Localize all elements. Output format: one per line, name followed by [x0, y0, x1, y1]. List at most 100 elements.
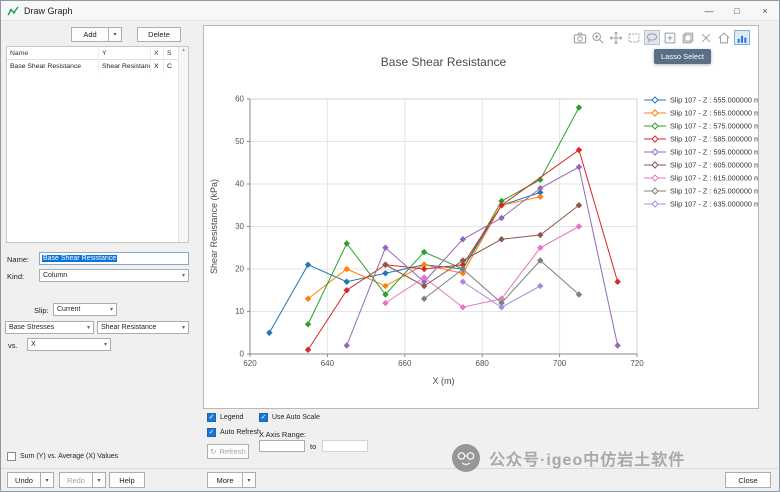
close-window-button[interactable]: × [751, 1, 779, 20]
svg-text:60: 60 [235, 95, 244, 104]
legend-checkbox[interactable]: ✓ Legend [207, 413, 243, 422]
home-icon[interactable] [716, 30, 732, 45]
col-y[interactable]: Y [99, 47, 151, 60]
add-button[interactable]: Add [71, 27, 109, 42]
bar-chart-icon[interactable] [734, 30, 750, 45]
close-plot-icon[interactable] [698, 30, 714, 45]
svg-text:X (m): X (m) [433, 376, 455, 386]
checkbox-unchecked[interactable] [7, 452, 16, 461]
chevron-down-icon: ▾ [113, 31, 116, 38]
svg-text:50: 50 [235, 137, 244, 146]
refresh-icon: ↻ [210, 447, 216, 456]
bottom-bar: Undo ▾ Redo ▾ Help More ▾ Close [1, 468, 779, 491]
svg-text:40: 40 [235, 180, 244, 189]
svg-text:720: 720 [630, 359, 644, 368]
redo-dropdown-button[interactable]: ▾ [93, 472, 106, 488]
svg-text:Slip 107 - Z : 575.000000 m: Slip 107 - Z : 575.000000 m [670, 122, 758, 131]
shear-resistance-select[interactable]: Shear Resistance ▾ [97, 321, 189, 334]
chevron-down-icon: ▾ [104, 341, 107, 348]
x-range-from-input[interactable] [259, 440, 305, 452]
more-dropdown-button[interactable]: ▾ [243, 472, 256, 488]
to-label: to [310, 442, 316, 451]
slip-select[interactable]: Current ▾ [53, 303, 117, 316]
lasso-select-icon[interactable] [644, 30, 660, 45]
check-icon: ✓ [209, 414, 215, 422]
chart-canvas[interactable]: 0102030405060620640660680700720Base Shea… [204, 26, 758, 408]
svg-text:0: 0 [240, 350, 245, 359]
undo-dropdown-button[interactable]: ▾ [41, 472, 54, 488]
minimize-button[interactable]: — [695, 1, 723, 20]
undo-button[interactable]: Undo [7, 472, 41, 488]
svg-text:Slip 107 - Z : 625.000000 m: Slip 107 - Z : 625.000000 m [670, 187, 758, 196]
table-scrollbar[interactable]: ▴ [178, 47, 188, 242]
window-title: Draw Graph [24, 6, 73, 16]
delete-button[interactable]: Delete [137, 27, 181, 42]
graph-settings-panel: Add ▾ Delete Name Y X S Base Shear Resis… [1, 21, 201, 468]
svg-text:20: 20 [235, 265, 244, 274]
app-icon [7, 5, 19, 17]
graphs-table[interactable]: Name Y X S Base Shear Resistance Shear R… [6, 46, 189, 243]
svg-text:620: 620 [243, 359, 257, 368]
scroll-up-icon[interactable]: ▴ [182, 47, 185, 53]
help-button[interactable]: Help [109, 472, 145, 488]
maximize-button[interactable]: □ [723, 1, 751, 20]
name-input[interactable]: Base Shear Resistance [39, 252, 189, 265]
chart-panel: Lasso Select 010203040506062064066068070… [203, 25, 759, 409]
titlebar[interactable]: Draw Graph — □ × [1, 1, 779, 21]
vs-select[interactable]: X ▾ [27, 338, 111, 351]
svg-text:Shear Resistance (kPa): Shear Resistance (kPa) [209, 179, 219, 274]
refresh-button[interactable]: ↻ Refresh [207, 444, 249, 459]
auto-refresh-checkbox[interactable]: ✓ Auto Refresh [207, 428, 261, 437]
col-x[interactable]: X [151, 47, 164, 60]
table-header: Name Y X S [7, 47, 188, 60]
checkbox-checked: ✓ [207, 428, 216, 437]
vs-label: vs. [8, 341, 18, 350]
check-icon: ✓ [261, 414, 267, 422]
name-input-value: Base Shear Resistance [42, 255, 117, 262]
use-auto-scale-checkbox[interactable]: ✓ Use Auto Scale [259, 413, 320, 422]
kind-select[interactable]: Column ▾ [39, 269, 189, 282]
col-name[interactable]: Name [7, 47, 99, 60]
check-icon: ✓ [209, 429, 215, 437]
lasso-select-tooltip: Lasso Select [654, 49, 711, 64]
pan-icon[interactable] [608, 30, 624, 45]
svg-text:680: 680 [476, 359, 490, 368]
checkbox-checked: ✓ [259, 413, 268, 422]
chart-controls: ✓ Legend ✓ Use Auto Scale ✓ Auto Refresh… [203, 411, 759, 467]
kind-label: Kind: [7, 272, 24, 281]
close-button[interactable]: Close [725, 472, 771, 488]
add-plot-icon[interactable] [662, 30, 678, 45]
checkbox-checked: ✓ [207, 413, 216, 422]
chevron-down-icon: ▾ [182, 272, 185, 279]
x-axis-range-label: X Axis Range: [259, 430, 306, 439]
svg-text:Base Shear Resistance: Base Shear Resistance [381, 55, 507, 69]
name-label: Name: [7, 255, 29, 264]
table-row[interactable]: Base Shear Resistance Shear Resistance X… [7, 60, 188, 73]
base-stresses-select[interactable]: Base Stresses ▾ [5, 321, 94, 334]
chart-toolbar [572, 30, 750, 45]
svg-text:10: 10 [235, 307, 244, 316]
svg-text:Slip 107 - Z : 615.000000 m: Slip 107 - Z : 615.000000 m [670, 174, 758, 183]
x-range-to-input[interactable] [322, 440, 368, 452]
svg-text:Slip 107 - Z : 555.000000 m: Slip 107 - Z : 555.000000 m [670, 96, 758, 105]
zoom-in-icon[interactable] [590, 30, 606, 45]
svg-text:Slip 107 - Z : 605.000000 m: Slip 107 - Z : 605.000000 m [670, 161, 758, 170]
slip-label: Slip: [34, 306, 49, 315]
svg-text:700: 700 [553, 359, 567, 368]
chevron-down-icon: ▾ [87, 324, 90, 331]
svg-text:Slip 107 - Z : 565.000000 m: Slip 107 - Z : 565.000000 m [670, 109, 758, 118]
svg-text:640: 640 [321, 359, 335, 368]
redo-button[interactable]: Redo [59, 472, 93, 488]
svg-text:Slip 107 - Z : 635.000000 m: Slip 107 - Z : 635.000000 m [670, 200, 758, 209]
more-button[interactable]: More [207, 472, 243, 488]
chevron-down-icon: ▾ [45, 477, 48, 484]
draw-graph-dialog: Draw Graph — □ × Add ▾ Delete Name Y X S… [0, 0, 780, 492]
chevron-down-icon: ▾ [110, 306, 113, 313]
rect-select-icon[interactable] [626, 30, 642, 45]
camera-icon[interactable] [572, 30, 588, 45]
svg-text:30: 30 [235, 222, 244, 231]
sum-average-checkbox[interactable]: Sum (Y) vs. Average (X) Values [7, 452, 118, 461]
chevron-down-icon: ▾ [247, 477, 250, 484]
copy-view-icon[interactable] [680, 30, 696, 45]
add-dropdown-button[interactable]: ▾ [109, 27, 122, 42]
